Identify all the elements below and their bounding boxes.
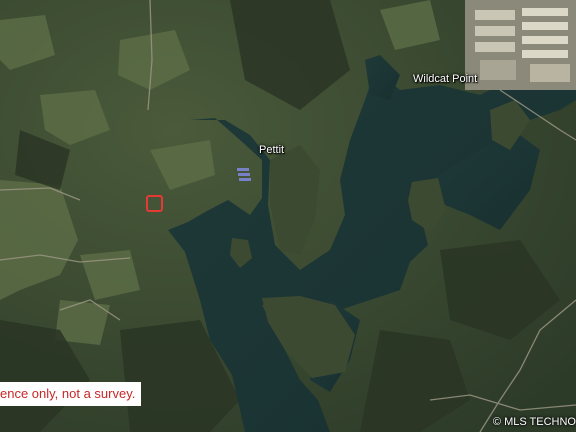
marina-dock	[237, 168, 251, 181]
copyright-notice: © MLS TECHNO	[492, 416, 576, 428]
satellite-map[interactable]	[0, 0, 576, 432]
place-label-wildcat-point: Wildcat Point	[413, 73, 478, 85]
industrial-site	[465, 0, 576, 90]
place-label-pettit: Pettit	[259, 144, 285, 156]
disclaimer-banner: ence only, not a survey.	[0, 382, 142, 406]
